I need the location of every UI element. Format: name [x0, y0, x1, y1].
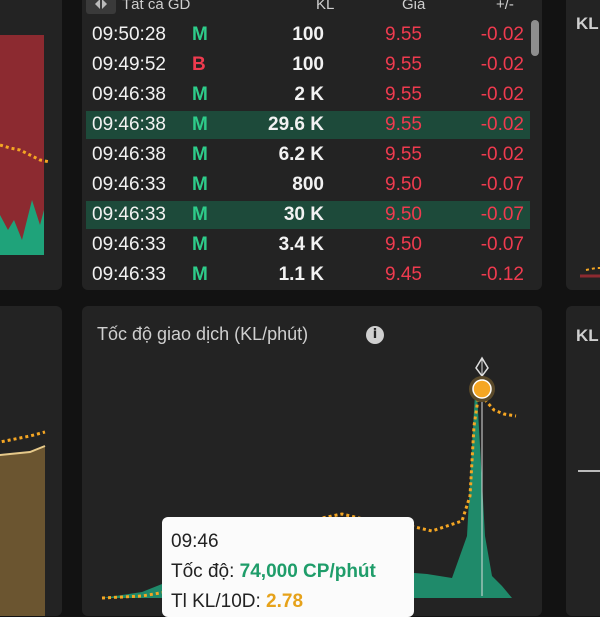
header-change: +/-	[496, 0, 514, 13]
arrows-icon	[95, 0, 107, 9]
left-bottom-dotted-line	[0, 430, 46, 444]
trade-side: M	[192, 264, 208, 285]
trade-row[interactable]: 09:46:33 M 800 9.50 -0.07	[86, 171, 530, 199]
trade-volume: 29.6 K	[268, 114, 324, 135]
trade-price: 9.50	[385, 174, 422, 195]
filter-all-trades[interactable]: Tất cả GD	[122, 0, 190, 13]
trade-time: 09:46:38	[92, 84, 166, 105]
trade-row[interactable]: 09:46:33 M 1.1 K 9.45 -0.12	[86, 261, 530, 289]
header-volume: KL	[316, 0, 335, 13]
trade-volume: 1.1 K	[278, 264, 324, 285]
left-brown-area	[0, 446, 45, 616]
trade-side: M	[192, 174, 208, 195]
trade-time: 09:46:38	[92, 114, 166, 135]
trade-time: 09:46:33	[92, 234, 166, 255]
tooltip-time: 09:46	[171, 531, 219, 552]
trade-time: 09:46:33	[92, 174, 166, 195]
trade-change: -0.02	[480, 84, 524, 105]
trade-volume: 100	[292, 54, 324, 75]
trade-change: -0.02	[480, 144, 524, 165]
tooltip-ratio-label: Tl KL/10D:	[171, 591, 261, 612]
expand-toggle-button[interactable]	[86, 0, 116, 14]
left-top-panel	[0, 0, 62, 290]
trade-row[interactable]: 09:46:38 M 2 K 9.55 -0.02	[86, 81, 530, 109]
left-bottom-panel	[0, 306, 62, 616]
tooltip-ratio: Tl KL/10D: 2.78	[171, 591, 303, 613]
trade-price: 9.45	[385, 264, 422, 285]
right-bottom-panel: KL	[566, 306, 600, 616]
trade-price: 9.55	[385, 114, 422, 135]
tooltip-speed-label: Tốc độ:	[171, 561, 235, 582]
trade-volume: 6.2 K	[278, 144, 324, 165]
trade-price: 9.55	[385, 54, 422, 75]
left-top-chart	[0, 35, 51, 255]
trade-row[interactable]: 09:46:33 M 3.4 K 9.50 -0.07	[86, 231, 530, 259]
header-price: Giá	[402, 0, 426, 13]
trade-row[interactable]: 09:46:38 M 6.2 K 9.55 -0.02	[86, 141, 530, 169]
trade-side: B	[192, 54, 206, 75]
left-bottom-chart	[0, 430, 46, 616]
trade-change: -0.02	[480, 114, 524, 135]
tooltip-ratio-value: 2.78	[266, 591, 304, 612]
trade-side: M	[192, 204, 208, 225]
trade-time: 09:49:52	[92, 54, 166, 75]
trade-volume: 3.4 K	[278, 234, 324, 255]
trade-change: -0.02	[480, 54, 524, 75]
trade-time: 09:46:33	[92, 264, 166, 285]
trade-row[interactable]: 09:46:38 M 29.6 K 9.55 -0.02	[86, 111, 530, 139]
trade-price: 9.50	[385, 204, 422, 225]
trade-change: -0.07	[480, 174, 524, 195]
trade-side: M	[192, 24, 208, 45]
trade-time: 09:46:38	[92, 144, 166, 165]
trade-time: 09:46:33	[92, 204, 166, 225]
right-top-panel: KL	[566, 0, 600, 290]
trade-time: 09:50:28	[92, 24, 166, 45]
highlight-point	[472, 379, 492, 399]
trade-list-header: Tất cả GD KL Giá +/-	[82, 0, 542, 14]
scrollbar[interactable]	[531, 20, 539, 56]
right-top-chart	[580, 267, 600, 278]
trade-change: -0.07	[480, 204, 524, 225]
trade-volume: 800	[292, 174, 324, 195]
trade-change: -0.07	[480, 234, 524, 255]
trade-row[interactable]: 09:50:28 M 100 9.55 -0.02	[86, 21, 530, 49]
trade-price: 9.55	[385, 24, 422, 45]
trade-side: M	[192, 144, 208, 165]
right-bottom-chart	[578, 470, 600, 472]
tooltip-speed: Tốc độ: 74,000 CP/phút	[171, 561, 376, 583]
trade-volume: 30 K	[283, 204, 324, 225]
trade-row[interactable]: 09:46:33 M 30 K 9.50 -0.07	[86, 201, 530, 229]
trade-volume: 2 K	[294, 84, 324, 105]
trade-row[interactable]: 09:49:52 B 100 9.55 -0.02	[86, 51, 530, 79]
trade-change: -0.02	[480, 24, 524, 45]
chart-tooltip: 09:46 Tốc độ: 74,000 CP/phút Tl KL/10D: …	[162, 517, 414, 617]
trade-price: 9.55	[385, 144, 422, 165]
trade-price: 9.50	[385, 234, 422, 255]
tooltip-speed-value: 74,000 CP/phút	[239, 561, 376, 582]
trade-side: M	[192, 114, 208, 135]
trade-change: -0.12	[480, 264, 524, 285]
trade-volume: 100	[292, 24, 324, 45]
trade-side: M	[192, 234, 208, 255]
trade-side: M	[192, 84, 208, 105]
trade-list-panel: Tất cả GD KL Giá +/- 09:50:28 M 100 9.55 -0.…	[82, 0, 542, 290]
trade-price: 9.55	[385, 84, 422, 105]
